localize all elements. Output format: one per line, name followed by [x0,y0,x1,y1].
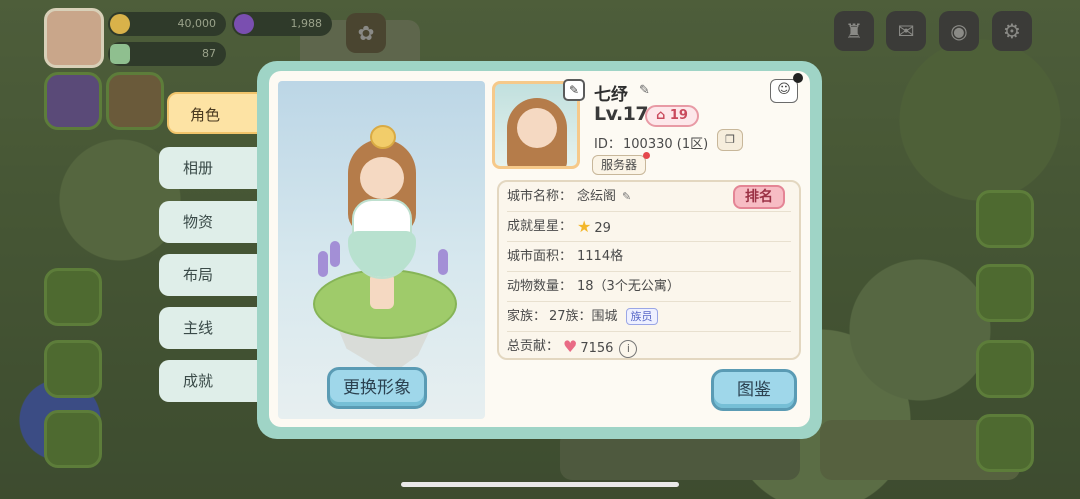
home-indicator[interactable] [401,482,679,487]
city-name-row: 城市名称： 念纭阁 ✎ 排名 [507,182,791,212]
lavender-flower [438,249,448,275]
atlas-button[interactable]: 图鉴 [711,369,797,411]
social-icon[interactable]: ♜ [834,11,874,51]
copy-id-icon[interactable]: ❐ [717,129,743,151]
server-button[interactable]: 服务器 [592,155,646,175]
tab-supplies[interactable]: 物资 [159,201,257,243]
side-tile-4[interactable] [44,340,102,398]
clan-row: 家族： 27族：围城 族员 [507,302,791,332]
side-tile-1[interactable] [44,72,102,130]
lavender-flower [330,241,340,267]
gem-icon [234,14,254,34]
tab-main-quest[interactable]: 主线 [159,307,257,349]
stars-value: ★ 29 [577,212,611,244]
info-icon[interactable]: i [619,339,638,358]
tab-achievements[interactable]: 成就 [159,360,257,402]
energy-value: 87 [202,47,216,60]
home-level-badge: ⌂ 19 [645,105,699,127]
character-headpiece [370,125,396,149]
id-value: 100330 (1区) [623,137,709,152]
clan-label: 家族： [507,309,547,324]
animals-value: 18（3个无公寓） [577,279,680,294]
lavender-flower [318,251,328,277]
gem-counter: 1,988 [232,12,332,36]
animals-label: 动物数量： [507,279,573,294]
stars-label: 成就星星： [507,219,573,234]
contribution-label: 总贡献： [507,339,560,354]
change-look-button[interactable]: 更换形象 [327,367,427,409]
apple-icon [793,73,803,83]
area-row: 城市面积： 1114格 [507,242,791,272]
character-portrait: 更换形象 [278,81,485,419]
area-value: 1114格 [577,249,624,264]
character-face [360,157,404,199]
player-name: 七纾 [594,85,628,105]
side-tile-9[interactable] [976,414,1034,472]
side-tile-5[interactable] [44,410,102,468]
city-name-value: 念纭阁 ✎ [577,182,631,212]
mail-icon[interactable]: ✉ [886,11,926,51]
home-level-value: 19 [669,108,688,123]
id-label: ID： [594,137,621,152]
side-tile-6[interactable] [976,190,1034,248]
area-label: 城市面积： [507,249,573,264]
city-name-edit-icon[interactable]: ✎ [622,182,631,212]
camera-icon[interactable]: ◉ [939,11,979,51]
contribution-value: ♥ 7156 i [563,332,638,364]
tab-album[interactable]: 相册 [159,147,257,189]
side-tile-3[interactable] [44,268,102,326]
side-tile-2[interactable] [106,72,164,130]
star-icon: ★ [577,217,592,236]
avatar-face [517,108,557,148]
heart-icon: ♥ [563,337,578,356]
coin-value: 40,000 [177,17,217,30]
rank-button[interactable]: 排名 [733,185,785,209]
name-edit-pencil-icon[interactable]: ✎ [639,83,650,98]
notification-dot [643,152,650,159]
avatar-edit-icon[interactable]: ✎ [563,79,585,101]
clan-value: 27族：围城 族员 [549,302,658,332]
coin-counter: 40,000 [108,12,226,36]
energy-icon [110,44,130,64]
energy-counter: 87 [108,42,226,66]
player-avatar-hud[interactable] [44,8,104,68]
event-icon[interactable]: ✿ [346,13,386,53]
city-name-label: 城市名称： [507,189,573,204]
city-info-panel: 城市名称： 念纭阁 ✎ 排名 成就星星： ★ 29 城市面积： 1114格 动物数量… [497,180,801,360]
tab-character[interactable]: 角色 [167,92,263,134]
clan-member-tag: 族员 [625,308,658,325]
side-tile-8[interactable] [976,340,1034,398]
add-friend-icon[interactable]: ☺ [770,79,798,103]
animals-row: 动物数量： 18（3个无公寓） [507,272,791,302]
player-level: Lv.17 [594,103,649,125]
tab-layout[interactable]: 布局 [159,254,257,296]
gem-value: 1,988 [290,17,323,30]
settings-gear-icon[interactable]: ⚙ [992,11,1032,51]
stars-row: 成就星星： ★ 29 [507,212,791,242]
profile-dialog: 更换形象 ✎ 七纾 ✎ Lv.17 ⌂ 19 ID： 100330 (1区) ❐… [257,61,822,439]
coin-icon [110,14,130,34]
contribution-row: 总贡献： ♥ 7156 i [507,332,791,362]
side-tile-7[interactable] [976,264,1034,322]
